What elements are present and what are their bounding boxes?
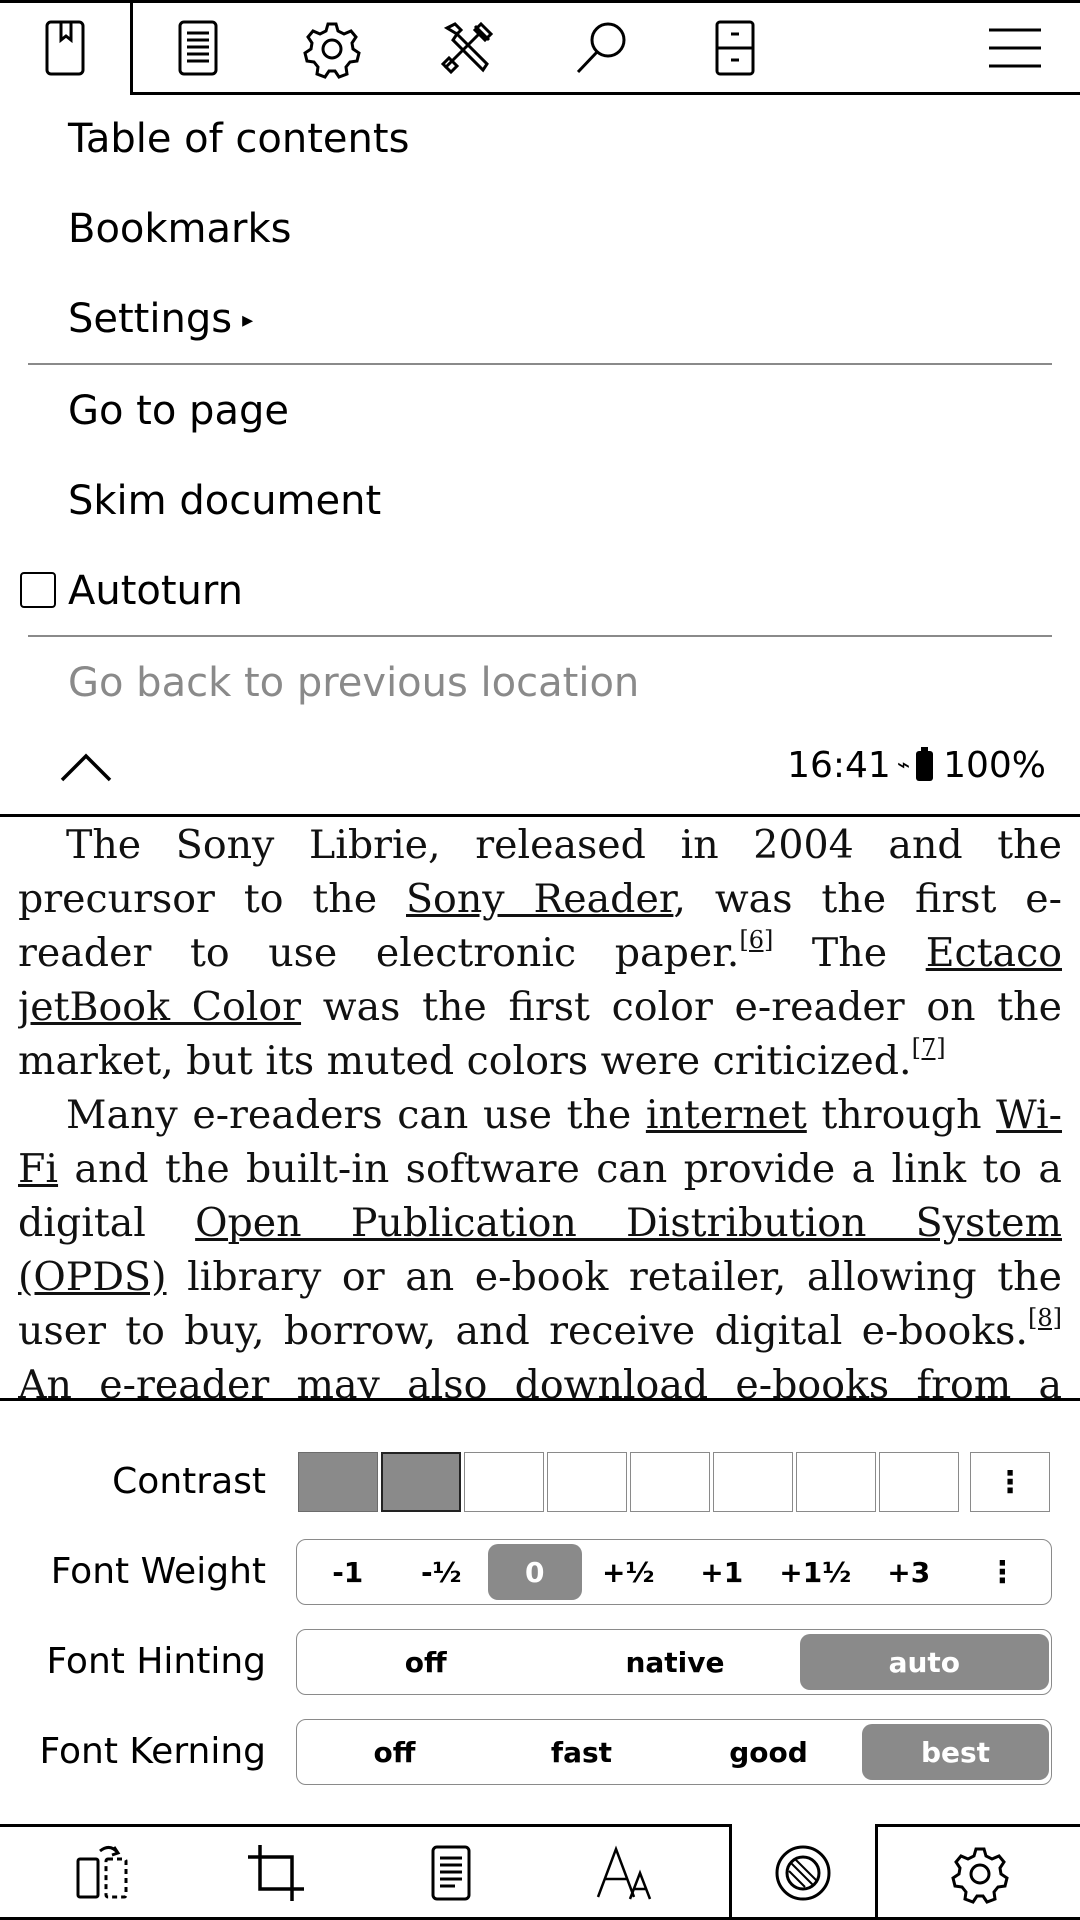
status-bar: 16:41 ⌁ 100% — [787, 742, 1046, 790]
menu-item-go-to-page[interactable]: Go to page — [68, 386, 289, 436]
font-weight-option[interactable]: -1 — [301, 1544, 395, 1600]
document-text: The Sony Librie, released in 2004 and th… — [18, 818, 1062, 1400]
font-kerning-selector: off fast good best — [296, 1719, 1052, 1785]
font-hinting-option[interactable]: off — [301, 1634, 550, 1690]
font-weight-option[interactable]: +½ — [582, 1544, 676, 1600]
contrast-level-3[interactable] — [464, 1452, 544, 1512]
document-lines-icon[interactable] — [411, 1838, 491, 1908]
search-icon[interactable] — [562, 10, 642, 86]
font-size-icon[interactable] — [586, 1838, 666, 1908]
footnote-ref-7[interactable]: [7] — [912, 1034, 946, 1062]
font-weight-option[interactable]: +3 — [862, 1544, 956, 1600]
filing-cabinet-icon[interactable] — [695, 10, 775, 86]
menu-item-bookmarks[interactable]: Bookmarks — [68, 204, 291, 254]
text-run: An e-reader may also down­load e-books f… — [18, 1362, 1062, 1400]
page-turn-icon[interactable] — [62, 1838, 142, 1908]
tools-icon[interactable] — [427, 10, 507, 86]
bottom-toolbar — [0, 1824, 1080, 1920]
gear-icon[interactable] — [940, 1838, 1020, 1908]
text-run: library or an e-book retailer, allowing … — [18, 1254, 1062, 1354]
battery-level: 100% — [943, 745, 1046, 786]
paragraph: Many e-readers can use the internet thro… — [18, 1088, 1062, 1400]
paragraph: The Sony Librie, released in 2004 and th… — [18, 818, 1062, 1088]
footnote-ref-6[interactable]: [6] — [739, 926, 773, 954]
document-border-top — [0, 814, 1080, 817]
active-tab-separator — [729, 1824, 732, 1920]
document-icon[interactable] — [158, 10, 238, 86]
font-hinting-option[interactable]: native — [550, 1634, 799, 1690]
font-weight-option[interactable]: 0 — [488, 1544, 582, 1600]
contrast-icon[interactable] — [763, 1838, 843, 1908]
link-internet[interactable]: internet — [646, 1092, 807, 1138]
autoturn-checkbox[interactable] — [20, 572, 56, 608]
toolbar-border-bottom — [130, 92, 1080, 95]
font-hinting-label: Font Hinting — [46, 1641, 267, 1682]
gear-icon[interactable] — [292, 10, 372, 86]
menu-divider — [28, 635, 1052, 637]
contrast-level-8[interactable] — [879, 1452, 959, 1512]
font-kerning-option[interactable]: fast — [488, 1724, 675, 1780]
menu-item-skim-document[interactable]: Skim document — [68, 476, 381, 526]
contrast-level-1[interactable] — [298, 1452, 378, 1512]
crop-icon[interactable] — [236, 1838, 316, 1908]
font-weight-option[interactable]: +1 — [675, 1544, 769, 1600]
wifi-icon: ⌁ — [896, 753, 911, 778]
menu-item-settings[interactable]: Settings ▸ — [68, 294, 253, 344]
text-run: Many e-readers can use the — [66, 1092, 646, 1138]
contrast-level-7[interactable] — [796, 1452, 876, 1512]
active-tab-separator — [875, 1824, 878, 1920]
clock: 16:41 — [787, 745, 891, 786]
menu-item-autoturn[interactable]: Autoturn — [68, 566, 243, 616]
top-toolbar — [0, 0, 1080, 96]
font-kerning-option[interactable]: best — [862, 1724, 1049, 1780]
chevron-up-icon[interactable] — [58, 746, 114, 786]
toolbar-border-top — [876, 1824, 1080, 1827]
battery-icon — [916, 747, 934, 781]
link-sony-reader[interactable]: Sony Reader — [406, 876, 673, 922]
font-kerning-option[interactable]: good — [675, 1724, 862, 1780]
font-weight-option[interactable]: +1½ — [769, 1544, 863, 1600]
menu-item-settings-label: Settings — [68, 296, 233, 342]
menu-divider — [28, 363, 1052, 365]
font-hinting-option[interactable]: auto — [799, 1634, 1049, 1690]
contrast-level-2[interactable] — [381, 1452, 461, 1512]
contrast-label: Contrast — [112, 1461, 266, 1502]
submenu-arrow-icon: ▸ — [242, 308, 254, 333]
font-weight-option[interactable]: -½ — [395, 1544, 489, 1600]
contrast-level-6[interactable] — [713, 1452, 793, 1512]
active-tab-separator — [130, 0, 133, 95]
contrast-more-button[interactable]: ⋮ — [970, 1452, 1050, 1512]
font-weight-selector: -1 -½ 0 +½ +1 +1½ +3 ⋮ — [296, 1539, 1052, 1605]
status-row: 16:41 ⌁ 100% — [0, 738, 1080, 798]
hamburger-menu-icon[interactable] — [975, 10, 1055, 86]
font-weight-label: Font Weight — [50, 1551, 266, 1592]
footnote-ref-8[interactable]: [8] — [1028, 1304, 1062, 1332]
text-run: The — [773, 930, 926, 976]
font-kerning-label: Font Kerning — [39, 1731, 266, 1772]
document-border-bottom — [0, 1398, 1080, 1401]
contrast-level-4[interactable] — [547, 1452, 627, 1512]
text-run: through — [806, 1092, 997, 1138]
bookmark-icon[interactable] — [25, 10, 105, 86]
font-weight-more-button[interactable]: ⋮ — [956, 1544, 1050, 1600]
menu-item-go-back: Go back to previous location — [68, 660, 640, 706]
contrast-level-5[interactable] — [630, 1452, 710, 1512]
toolbar-border-top — [0, 0, 1080, 3]
font-kerning-option[interactable]: off — [301, 1724, 488, 1780]
font-hinting-selector: off native auto — [296, 1629, 1052, 1695]
toolbar-border-top — [0, 1824, 730, 1827]
menu-item-table-of-contents[interactable]: Table of contents — [68, 114, 409, 164]
